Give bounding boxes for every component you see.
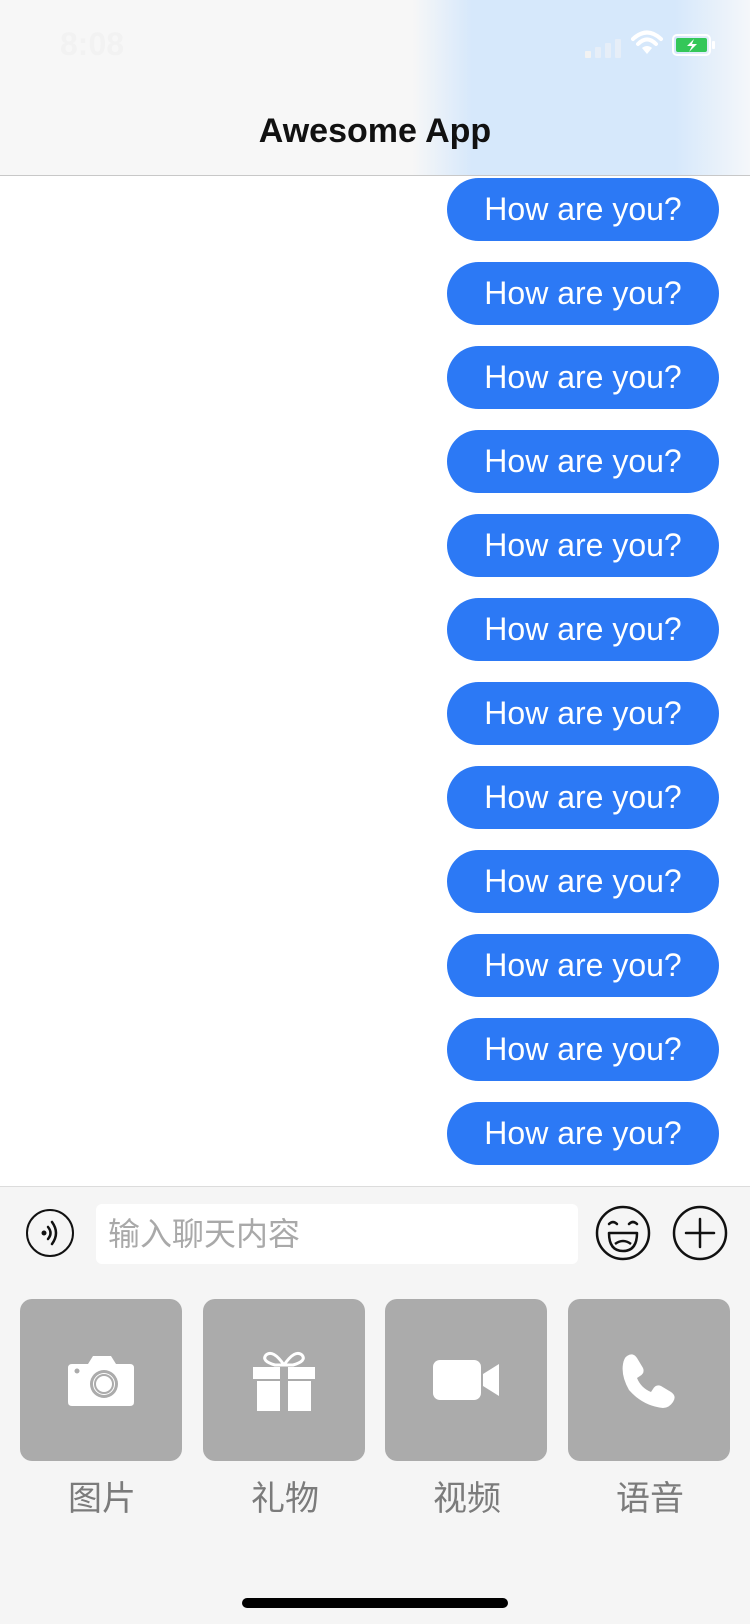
message-bubble[interactable]: How are you?	[447, 346, 719, 409]
action-video-tile[interactable]	[385, 1299, 547, 1461]
action-photo-label: 图片	[68, 1479, 136, 1519]
battery-charging-icon	[672, 34, 715, 56]
message-bubble[interactable]: How are you?	[447, 598, 719, 661]
action-voice-call[interactable]: 语音	[568, 1299, 732, 1520]
home-indicator[interactable]	[242, 1598, 508, 1608]
action-gift-label: 礼物	[251, 1479, 319, 1519]
video-camera-icon	[433, 1360, 499, 1400]
message-bubble[interactable]: How are you?	[447, 1018, 719, 1081]
camera-icon	[68, 1356, 134, 1406]
input-bar	[0, 1186, 750, 1292]
voice-button[interactable]	[26, 1209, 74, 1257]
message-list[interactable]: How are you? How are you? How are you? H…	[0, 176, 750, 1186]
emoji-icon[interactable]	[595, 1205, 651, 1261]
message-bubble[interactable]: How are you?	[447, 178, 719, 241]
status-bar: 8:08	[0, 0, 750, 90]
action-video[interactable]: 视频	[385, 1299, 549, 1520]
page-title: Awesome App	[258, 112, 492, 150]
action-gift[interactable]: 礼物	[203, 1299, 367, 1520]
message-bubble[interactable]: How are you?	[447, 934, 719, 997]
wifi-icon	[631, 30, 663, 54]
voice-icon	[41, 1220, 58, 1246]
gift-icon	[253, 1351, 315, 1411]
action-voice-call-tile[interactable]	[568, 1299, 730, 1461]
action-panel: 图片 礼物 视频 语音	[0, 1291, 750, 1624]
action-photo[interactable]: 图片	[20, 1299, 184, 1520]
nav-bar: Awesome App	[0, 90, 750, 176]
message-bubble[interactable]: How are you?	[447, 766, 719, 829]
message-bubble[interactable]: How are you?	[447, 682, 719, 745]
action-video-label: 视频	[433, 1479, 501, 1519]
message-bubble[interactable]: How are you?	[447, 514, 719, 577]
chat-input[interactable]	[96, 1204, 578, 1264]
status-time: 8:08	[60, 26, 125, 62]
action-photo-tile[interactable]	[20, 1299, 182, 1461]
message-bubble[interactable]: How are you?	[447, 262, 719, 325]
cellular-signal-icon	[585, 39, 621, 58]
plus-icon[interactable]	[672, 1205, 728, 1261]
chat-screen: 8:08 Awesome App How are you? How are yo…	[0, 0, 750, 1624]
message-bubble[interactable]: How are you?	[447, 1102, 719, 1165]
action-gift-tile[interactable]	[203, 1299, 365, 1461]
message-bubble[interactable]: How are you?	[447, 430, 719, 493]
action-voice-call-label: 语音	[616, 1479, 684, 1519]
message-bubble[interactable]: How are you?	[447, 850, 719, 913]
phone-icon	[622, 1354, 675, 1408]
